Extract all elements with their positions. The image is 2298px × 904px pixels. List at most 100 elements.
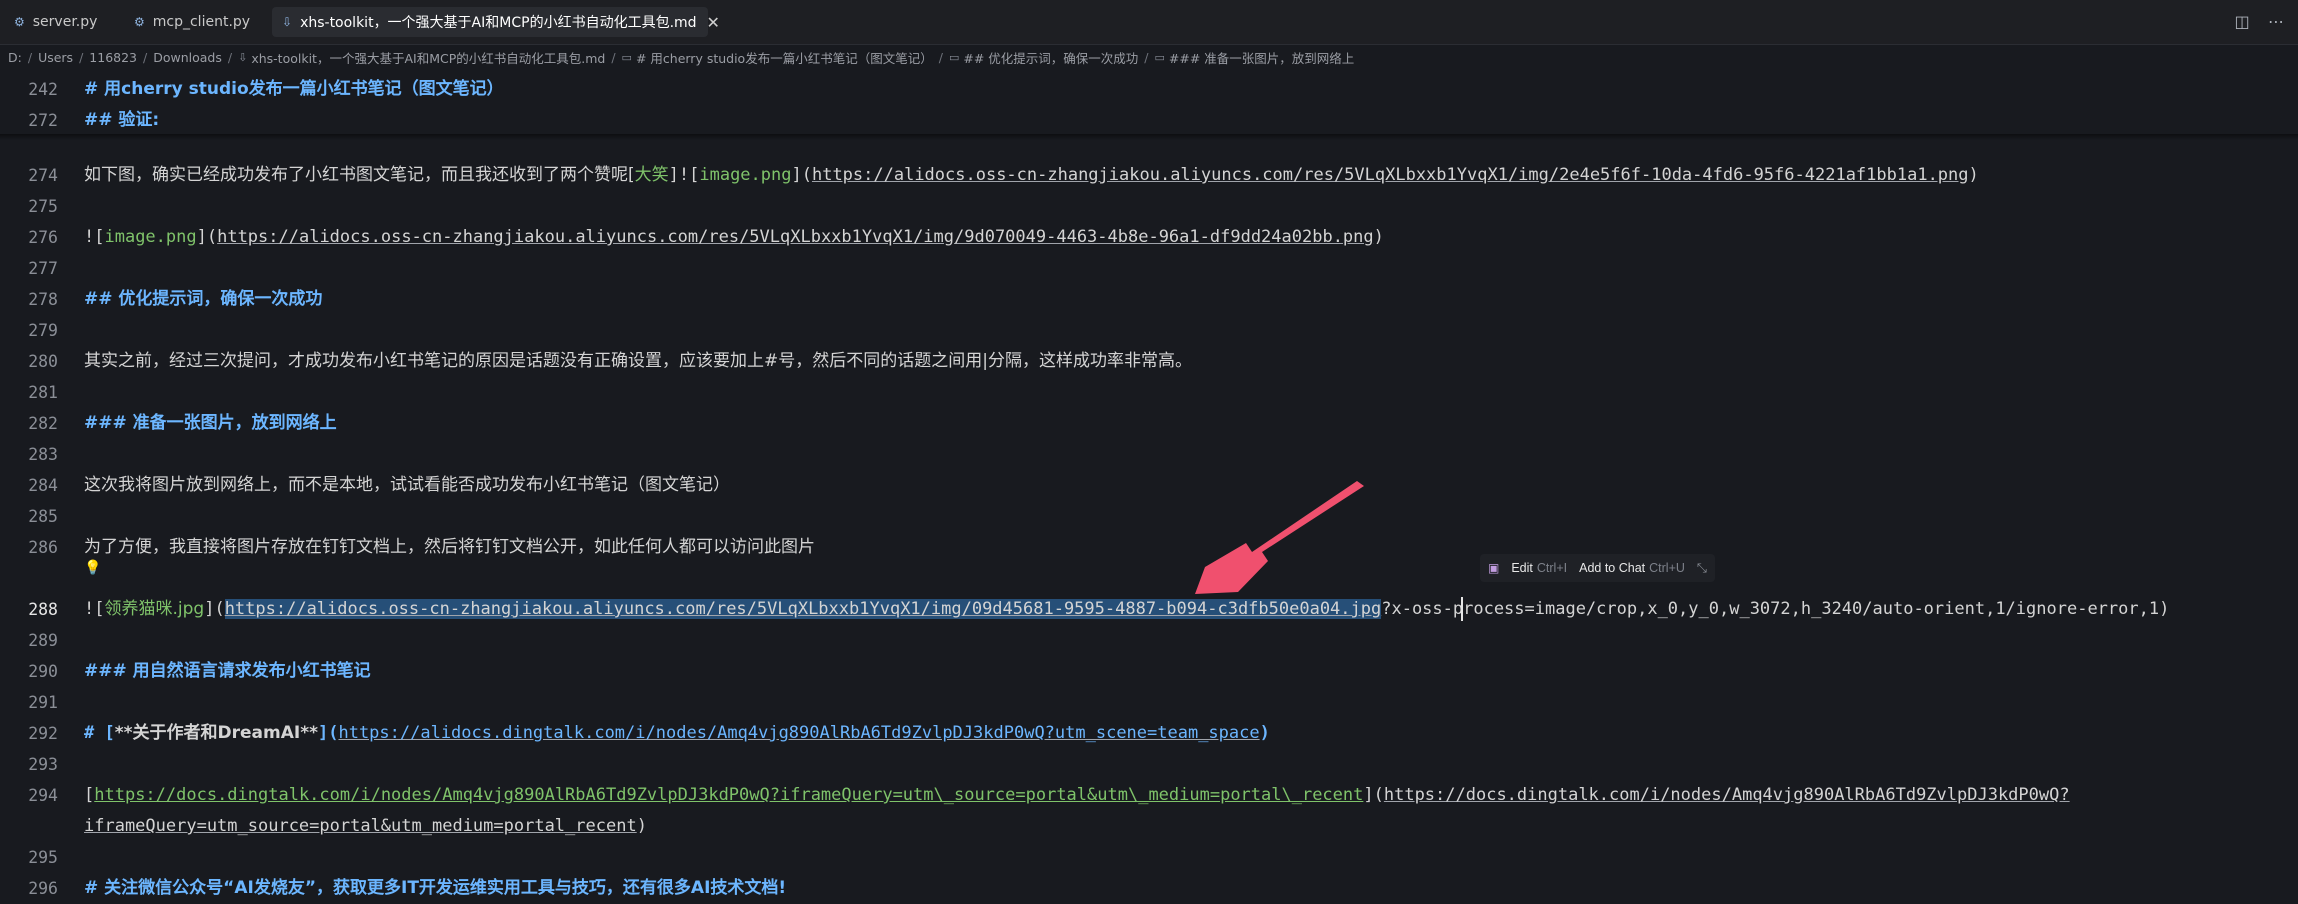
breadcrumb-item[interactable]: ## 优化提示词，确保一次成功 (963, 48, 1138, 67)
editor-line[interactable]: 291 (0, 687, 2298, 718)
editor-line[interactable]: 276 ![image.png](https://alidocs.oss-cn-… (0, 222, 2298, 253)
link-url[interactable]: https://alidocs.dingtalk.com/i/nodes/Amq… (338, 723, 1259, 743)
line-content: iframeQuery=utm_source=portal&utm_medium… (84, 811, 647, 842)
editor-line[interactable]: 279 (0, 315, 2298, 346)
chevron-right-icon: / (79, 49, 84, 65)
editor-line[interactable]: 275 (0, 191, 2298, 222)
link-url[interactable]: https://alidocs.oss-cn-zhangjiakou.aliyu… (812, 165, 1969, 185)
editor-line[interactable]: 282 ### 准备一张图片，放到网络上 (0, 408, 2298, 439)
text: ) (1968, 165, 1979, 185)
tab-bar: ⚙ server.py ⚙ mcp_client.py ⇩ xhs-toolki… (0, 0, 2298, 45)
tab-server-py[interactable]: ⚙ server.py (4, 7, 124, 37)
line-number: 288 (28, 600, 58, 619)
editor-line[interactable]: 274 如下图，确实已经成功发布了小红书图文笔记，而且我还收到了两个赞呢[大笑]… (0, 160, 2298, 191)
editor-line[interactable]: 296 # 关注微信公众号“AI发烧友”，获取更多IT开发运维实用工具与技巧，还… (0, 873, 2298, 904)
tab-xhs-toolkit-md[interactable]: ⇩ xhs-toolkit，一个强大基于AI和MCP的小红书自动化工具包.md … (272, 7, 720, 37)
link-url[interactable]: iframeQuery=utm_source=portal&utm_medium… (84, 816, 637, 836)
editor-line[interactable]: 293 (0, 749, 2298, 780)
editor-actions: ◫ ⋯ (2232, 12, 2286, 32)
line-number: 286 (28, 538, 58, 557)
breadcrumb-item[interactable]: 116823 (89, 50, 137, 65)
sticky-scroll-line[interactable]: 272 ## 验证: (0, 105, 2298, 136)
split-editor-icon[interactable]: ◫ (2232, 12, 2252, 32)
text: ]( (204, 599, 225, 619)
breadcrumb-item[interactable]: ### 准备一张图片，放到网络上 (1169, 48, 1354, 67)
chevron-right-icon: / (27, 49, 33, 65)
add-to-chat-action[interactable]: Add to Chat Ctrl+U (1579, 561, 1685, 575)
editor-line[interactable]: 292 # [**关于作者和DreamAI**](https://alidocs… (0, 718, 2298, 749)
line-number: 284 (28, 476, 58, 495)
editor-line[interactable]: 283 (0, 439, 2298, 470)
heading-text: ### 用自然语言请求发布小红书笔记 (84, 661, 371, 681)
link-text: 大笑 (634, 165, 669, 185)
heading-text: ## 优化提示词，确保一次成功 (84, 289, 323, 309)
editor-line[interactable]: 295 (0, 842, 2298, 873)
editor-line[interactable]: 280 其实之前，经过三次提问，才成功发布小红书笔记的原因是话题没有正确设置，应… (0, 346, 2298, 377)
paragraph-text: 为了方便，我直接将图片存放在钉钉文档上，然后将钉钉文档公开，如此任何人都可以访问… (84, 537, 815, 557)
line-number: 294 (28, 786, 58, 805)
editor-line[interactable]: 289 (0, 625, 2298, 656)
heading-text: ### 准备一张图片，放到网络上 (84, 413, 337, 433)
text: ) (1259, 723, 1270, 743)
breadcrumb-item[interactable]: xhs-toolkit，一个强大基于AI和MCP的小红书自动化工具包.md (251, 48, 605, 67)
breadcrumb-item[interactable]: Users (38, 50, 73, 65)
editor-line[interactable]: 290 ### 用自然语言请求发布小红书笔记 (0, 656, 2298, 687)
heading-text: # 用cherry studio发布一篇小红书笔记（图文笔记） (84, 79, 504, 99)
editor-line-wrap[interactable]: iframeQuery=utm_source=portal&utm_medium… (0, 811, 2298, 842)
line-number: 285 (28, 507, 58, 526)
breadcrumb-item[interactable]: # 用cherry studio发布一篇小红书笔记（图文笔记） (636, 48, 933, 67)
editor-line[interactable]: 277 (0, 253, 2298, 284)
line-number: 290 (28, 662, 58, 681)
line-number: 280 (28, 352, 58, 371)
line-number: 279 (28, 321, 58, 340)
line-number: 272 (28, 111, 58, 130)
text: ) (1373, 227, 1384, 247)
line-number: 277 (28, 259, 58, 278)
link-url[interactable]: https://docs.dingtalk.com/i/nodes/Amq4vj… (1384, 785, 2070, 805)
link-url[interactable]: https://alidocs.oss-cn-zhangjiakou.aliyu… (217, 227, 1374, 247)
tab-label: xhs-toolkit，一个强大基于AI和MCP的小红书自动化工具包.md (300, 15, 697, 31)
editor-line[interactable]: 286 为了方便，我直接将图片存放在钉钉文档上，然后将钉钉文档公开，如此任何人都… (0, 532, 2298, 563)
editor-line[interactable]: 284 这次我将图片放到网络上，而不是本地，试试看能否成功发布小红书笔记（图文笔… (0, 470, 2298, 501)
drag-handle-icon[interactable]: ⤡ (1697, 561, 1707, 576)
edit-icon: ▣ (1488, 561, 1500, 575)
editor-line[interactable]: 281 (0, 377, 2298, 408)
text: 如下图，确实已经成功发布了小红书图文笔记，而且我还收到了两个赞呢[ (84, 165, 635, 185)
breadcrumb-item[interactable]: Downloads (153, 50, 222, 65)
editor-line-current[interactable]: 288 ![领养猫咪.jpg](https://alidocs.oss-cn-z… (0, 594, 2298, 625)
selected-link-url[interactable]: https://alidocs.oss-cn-zhangjiakou.aliyu… (224, 599, 1382, 619)
text-cursor (1461, 597, 1463, 621)
editor-line[interactable]: 285 (0, 501, 2298, 532)
text: ![ (84, 599, 105, 619)
editor-line[interactable]: 278 ## 优化提示词，确保一次成功 (0, 284, 2298, 315)
tab-label: mcp_client.py (152, 14, 251, 30)
shortcut-label: Ctrl+I (1536, 561, 1568, 575)
close-icon[interactable]: ✕ (707, 13, 720, 32)
python-icon: ⚙ (14, 15, 25, 29)
text: ]![ (668, 165, 700, 185)
chevron-right-icon: / (227, 49, 233, 65)
markdown-icon: ⇩ (282, 15, 293, 29)
sticky-shadow (0, 134, 2298, 140)
tab-mcp-client-py[interactable]: ⚙ mcp_client.py (124, 7, 264, 37)
line-number: 278 (28, 290, 58, 309)
text: ]( (317, 723, 339, 743)
inline-edit-popup: ▣ Edit Ctrl+I Add to Chat Ctrl+U ⤡ (1480, 554, 1715, 582)
editor-line[interactable] (0, 563, 2298, 594)
lightbulb-icon[interactable]: 💡 (84, 560, 101, 576)
breadcrumb-item[interactable]: D: (8, 50, 22, 65)
more-actions-icon[interactable]: ⋯ (2266, 12, 2286, 32)
editor-line[interactable]: 294 [https://docs.dingtalk.com/i/nodes/A… (0, 780, 2298, 811)
text: ]( (1363, 785, 1384, 805)
line-number: 281 (28, 383, 58, 402)
code-editor[interactable]: 242 # 用cherry studio发布一篇小红书笔记（图文笔记） 272 … (0, 72, 2298, 898)
edit-action[interactable]: Edit Ctrl+I (1511, 561, 1567, 575)
link-text: 领养猫咪.jpg (104, 599, 205, 619)
line-number: 274 (28, 166, 58, 185)
sticky-scroll-line[interactable]: 242 # 用cherry studio发布一篇小红书笔记（图文笔记） (0, 74, 2298, 105)
chevron-right-icon: / (143, 49, 148, 65)
text: ?x-oss-process=image/crop,x_0,y_0,w_3072… (1381, 599, 2170, 619)
line-number: 242 (28, 80, 58, 99)
chevron-right-icon: / (1144, 49, 1149, 65)
link-text[interactable]: https://docs.dingtalk.com/i/nodes/Amq4vj… (94, 785, 1363, 805)
